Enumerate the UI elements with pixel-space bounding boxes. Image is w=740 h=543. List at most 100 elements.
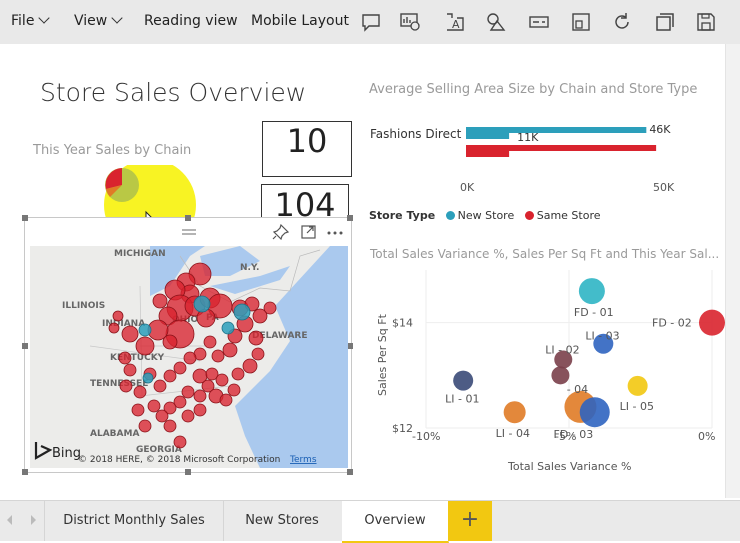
map-label: ILLINOIS <box>62 301 105 311</box>
bookmark-visual-icon[interactable] <box>399 11 421 33</box>
scatter-point <box>579 397 610 428</box>
bar <box>466 133 510 139</box>
more-options-icon[interactable] <box>326 224 344 240</box>
tab-scroll-left-icon[interactable] <box>7 515 12 525</box>
y-tick-label: $14 <box>392 317 413 330</box>
x-tick-label: 50K <box>653 181 675 194</box>
tab-scroll-right-icon[interactable] <box>31 515 36 525</box>
drag-grip-icon[interactable] <box>180 224 198 240</box>
tab-overview[interactable]: Overview <box>342 501 449 543</box>
map-bubble-new-store <box>138 323 152 337</box>
map-bubble-same-store <box>263 301 277 315</box>
mobile-layout-button[interactable]: Mobile Layout <box>251 13 349 29</box>
vertical-scrollbar[interactable] <box>725 44 740 498</box>
map-bubble-same-store <box>138 419 152 433</box>
map-bubble-same-store <box>135 336 155 356</box>
map-bubble-same-store <box>181 409 195 423</box>
page-view-icon[interactable] <box>570 11 592 33</box>
pin-icon[interactable] <box>272 224 290 240</box>
comment-icon[interactable] <box>360 11 382 33</box>
map-bubble-same-store <box>119 379 133 393</box>
tab-new-stores[interactable]: New Stores <box>222 501 343 541</box>
card-2[interactable]: 104 <box>261 184 349 222</box>
map-bubble-new-store <box>233 303 251 321</box>
svg-text:A: A <box>452 18 460 31</box>
legend-new-store[interactable]: New Store <box>458 209 515 222</box>
resize-handle[interactable] <box>185 215 191 221</box>
map-bubble-same-store <box>118 351 132 365</box>
button-icon[interactable] <box>528 11 550 33</box>
map-bubble-new-store <box>142 372 154 384</box>
scatter-chart-title: Total Sales Variance %, Sales Per Sq Ft … <box>370 247 720 261</box>
point-label: FD - 01 <box>574 306 614 319</box>
reading-view-button[interactable]: Reading view <box>144 13 238 29</box>
x-tick-label: 0K <box>460 181 475 194</box>
top-toolbar: File View Reading view Mobile Layout A <box>0 0 740 44</box>
map-bubble-same-store <box>181 385 195 399</box>
legend-same-store[interactable]: Same Store <box>537 209 601 222</box>
resize-handle[interactable] <box>347 469 353 475</box>
chevron-down-icon <box>38 12 51 24</box>
bar-category-label: Fashions Direct <box>370 127 462 141</box>
window-icon[interactable] <box>654 11 676 33</box>
file-menu[interactable]: File <box>11 12 51 29</box>
map-bubble-same-store <box>163 369 177 383</box>
store-type-legend: Store Type New Store Same Store <box>369 209 601 222</box>
map-bubble-new-store <box>221 321 235 335</box>
save-icon[interactable] <box>695 11 717 33</box>
point-label: FD - 03 <box>553 428 593 441</box>
map-bubble-same-store <box>131 403 145 417</box>
page-title: Store Sales Overview <box>40 78 307 107</box>
scatter-point <box>578 278 605 305</box>
map-bubble-same-store <box>153 379 167 393</box>
tab-label: District Monthly Sales <box>63 513 205 528</box>
point-label: LI - 04 <box>496 427 530 440</box>
map-bubble-same-store <box>203 335 217 349</box>
scatter-point <box>699 309 725 336</box>
add-page-button[interactable]: + <box>448 501 492 541</box>
resize-handle[interactable] <box>185 469 191 475</box>
map-bubble-same-store <box>242 358 258 374</box>
resize-handle[interactable] <box>22 469 28 475</box>
map-bubble-same-store <box>162 334 178 350</box>
map-bubble-same-store <box>219 393 233 407</box>
view-menu[interactable]: View <box>74 12 123 29</box>
map-attribution: © 2018 HERE, © 2018 Microsoft Corporatio… <box>78 455 280 465</box>
y-tick-label: $12 <box>392 422 413 435</box>
map-bubble-same-store <box>163 419 177 433</box>
chevron-down-icon <box>111 12 123 24</box>
map-bubble-same-store <box>147 399 161 413</box>
legend-new-store-marker <box>445 211 455 220</box>
resize-handle[interactable] <box>22 215 28 221</box>
file-menu-label: File <box>11 13 35 29</box>
page-tabs: District Monthly Sales New Stores Overvi… <box>0 500 740 543</box>
focus-mode-icon[interactable] <box>300 224 318 240</box>
map-bubble-same-store <box>193 403 207 417</box>
legend-same-store-marker <box>524 211 534 220</box>
map-bubble-same-store <box>133 385 147 399</box>
x-axis-label: Total Sales Variance % <box>507 460 631 473</box>
x-tick-label: -10% <box>412 430 440 443</box>
mobile-layout-label: Mobile Layout <box>251 13 349 29</box>
bing-text: Bing <box>52 446 81 461</box>
resize-handle[interactable] <box>22 343 28 349</box>
terms-link[interactable]: Terms <box>289 455 317 465</box>
y-axis-label: Sales Per Sq Ft <box>376 313 389 396</box>
shapes-icon[interactable] <box>485 11 507 33</box>
scatter-chart[interactable]: -10% -5% 0%$12$14Total Sales Variance %Sal… <box>370 266 725 478</box>
card-1[interactable]: 10 <box>262 121 352 177</box>
map-bubble-same-store <box>222 342 238 358</box>
bubble-map[interactable]: MICHIGAN N.Y. ILLINOIS INDIANA OHIO PA D… <box>30 246 348 468</box>
tab-label: Overview <box>364 513 426 528</box>
bar-chart[interactable]: Fashions Direct 46K 11K 0K 50K <box>360 112 700 200</box>
scatter-point <box>627 375 648 396</box>
map-bubble-same-store <box>231 367 245 381</box>
point-label: LI - 05 <box>620 400 654 413</box>
refresh-icon[interactable] <box>611 11 633 33</box>
map-label: GEORGIA <box>136 445 182 455</box>
map-bubble-same-store <box>183 351 197 365</box>
pie-chart-title: This Year Sales by Chain <box>33 143 192 158</box>
text-box-icon[interactable]: A <box>444 11 466 33</box>
tab-district-monthly-sales[interactable]: District Monthly Sales <box>44 501 224 541</box>
resize-handle[interactable] <box>347 215 353 221</box>
